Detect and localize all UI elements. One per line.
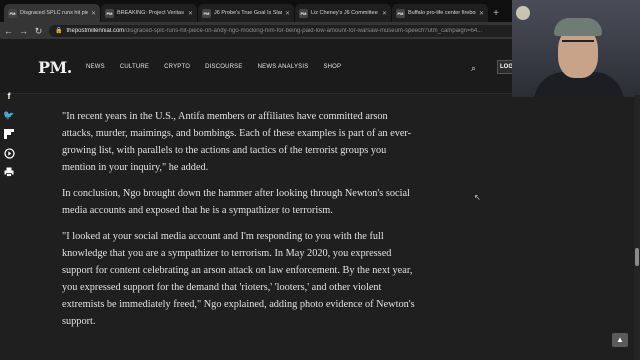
share-rail: f 🐦 [0, 88, 18, 180]
browser-tab[interactable]: PM Liz Cheney's J6 Committee Wan ✕ [295, 4, 391, 22]
share-icon[interactable] [2, 145, 16, 161]
new-tab-button[interactable]: + [489, 4, 503, 22]
flipboard-icon[interactable] [2, 126, 16, 142]
menu-item-shop[interactable]: SHOP [323, 64, 341, 70]
menu-item-discourse[interactable]: DISCOURSE [205, 64, 242, 70]
webcam-person-glasses [562, 40, 594, 46]
tab-title: BREAKING: Project Veritas expos [117, 10, 185, 16]
tab-title: Liz Cheney's J6 Committee Wan [311, 10, 379, 16]
webcam-light [516, 6, 530, 20]
close-tab-icon[interactable]: ✕ [188, 10, 193, 17]
tab-title: Disgraced SPLC runs hit piece o [20, 10, 88, 16]
twitter-icon[interactable]: 🐦 [2, 107, 16, 123]
search-icon[interactable]: ⌕ [471, 63, 476, 74]
print-icon[interactable] [2, 164, 16, 180]
forward-arrow-icon[interactable]: → [19, 26, 28, 36]
url-path: /disgraced-splc-runs-hit-piece-on-andy-n… [124, 27, 483, 34]
url-domain: thepostmillennial.com [66, 27, 125, 34]
article-paragraph: "I looked at your social media account a… [62, 231, 415, 327]
menu-item-culture[interactable]: CULTURE [120, 64, 149, 70]
facebook-icon[interactable]: f [2, 88, 16, 104]
print-glyph [4, 167, 14, 177]
close-tab-icon[interactable]: ✕ [285, 10, 290, 17]
close-tab-icon[interactable]: ✕ [91, 10, 96, 17]
menu-item-news-analysis[interactable]: NEWS ANALYSIS [258, 64, 309, 70]
scrollbar-track[interactable] [634, 95, 640, 360]
main-menu: NEWS CULTURE CRYPTO DISCOURSE NEWS ANALY… [86, 64, 341, 70]
scrollbar-thumb[interactable] [635, 248, 639, 266]
article-area: "In recent years in the U.S., Antifa mem… [0, 95, 640, 360]
browser-tab[interactable]: PM Disgraced SPLC runs hit piece o ✕ [4, 4, 100, 22]
url-text[interactable]: thepostmillennial.com/disgraced-splc-run… [66, 28, 482, 34]
lock-icon[interactable]: 🔒 [55, 27, 62, 34]
tab-favicon: PM [105, 8, 114, 18]
webcam-overlay [512, 0, 640, 97]
close-tab-icon[interactable]: ✕ [382, 10, 387, 17]
site-logo[interactable]: PM. [38, 58, 72, 77]
reload-icon[interactable]: ↻ [34, 26, 43, 36]
scroll-to-top-button[interactable]: ▲ [612, 333, 628, 347]
flipboard-glyph [4, 129, 14, 139]
mouse-cursor-icon: ↖ [474, 193, 481, 202]
close-tab-icon[interactable]: ✕ [479, 10, 484, 17]
menu-item-crypto[interactable]: CRYPTO [164, 64, 190, 70]
tab-favicon: PM [396, 8, 405, 18]
share-glyph [3, 147, 15, 159]
tab-favicon: PM [202, 8, 211, 18]
tab-title: Buffalo pro-life center firebomb [408, 10, 476, 16]
browser-tab[interactable]: PM BREAKING: Project Veritas expos ✕ [101, 4, 197, 22]
tab-favicon: PM [299, 8, 308, 18]
article-paragraph: "In recent years in the U.S., Antifa mem… [62, 111, 412, 173]
browser-tab[interactable]: PM J6 Probe's True Goal Is Slanderin ✕ [198, 4, 294, 22]
tab-favicon: PM [8, 8, 17, 18]
menu-item-news[interactable]: NEWS [86, 64, 105, 70]
back-arrow-icon[interactable]: ← [4, 26, 13, 36]
article-body: "In recent years in the U.S., Antifa mem… [62, 108, 416, 339]
tab-title: J6 Probe's True Goal Is Slanderin [214, 10, 282, 16]
browser-tab[interactable]: PM Buffalo pro-life center firebomb ✕ [392, 4, 488, 22]
article-paragraph: In conclusion, Ngo brought down the hamm… [62, 188, 410, 216]
webcam-person-hat [554, 18, 602, 36]
